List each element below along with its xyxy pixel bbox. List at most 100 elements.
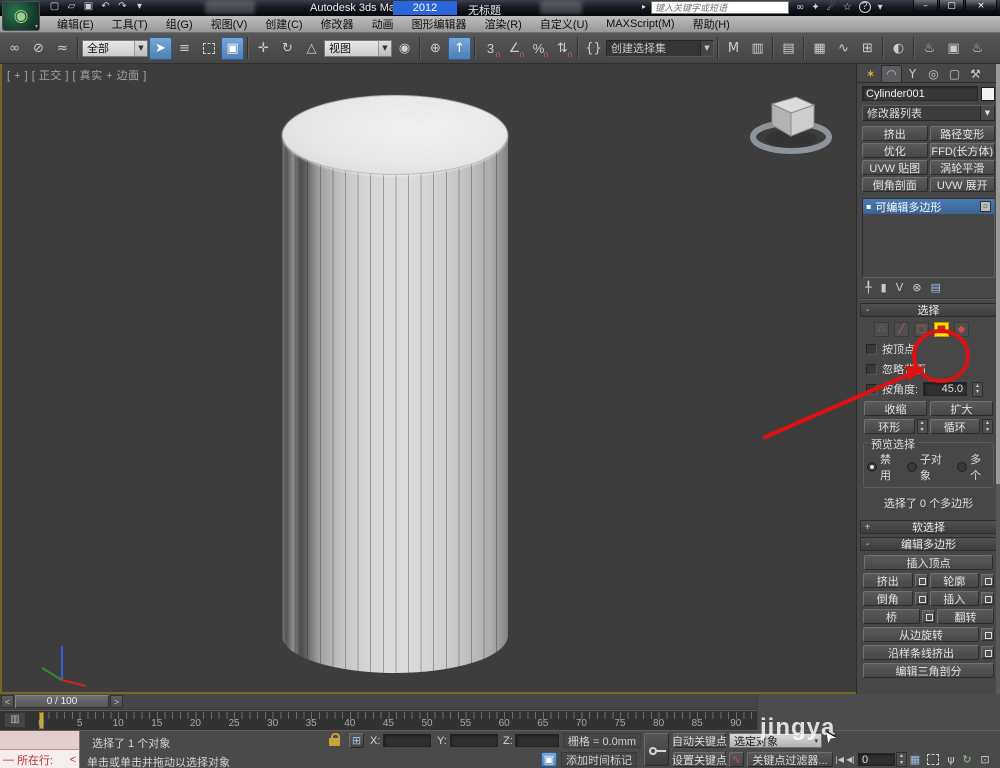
radio[interactable] — [907, 462, 917, 472]
previous-frame-icon[interactable]: ◀| — [845, 752, 856, 767]
scrollbar-thumb[interactable] — [996, 64, 1000, 484]
listener-caret[interactable]: < — [70, 754, 76, 766]
menu-edit[interactable]: 编辑(E) — [48, 16, 103, 32]
graphite-modeling-icon[interactable]: ▦ — [808, 37, 831, 60]
stack-item-editable-poly[interactable]: ▪ 可编辑多边形 ▫ — [863, 199, 994, 214]
auto-key-button[interactable]: 自动关键点 — [673, 733, 726, 748]
selection-region-icon[interactable] — [197, 37, 220, 60]
close-button[interactable]: × — [965, 0, 997, 13]
cylinder-object-top-cap[interactable] — [282, 95, 508, 175]
redo-icon[interactable]: ↷ — [116, 1, 129, 12]
app-logo-button[interactable]: ◉ ▾ — [2, 1, 40, 31]
key-filters-button[interactable]: 关键点过滤器... — [747, 752, 833, 767]
reference-coordinate-dropdown[interactable]: 视图 ▼ — [324, 40, 392, 57]
render-production-icon[interactable]: ♨ — [966, 37, 989, 60]
absolute-mode-toggle[interactable]: ⊞ — [349, 733, 364, 748]
shrink-button[interactable]: 收缩 — [864, 401, 927, 416]
tab-display-icon[interactable]: ▢ — [944, 65, 965, 82]
time-slider-track[interactable]: < 0 / 100 > — [0, 694, 757, 710]
by-angle-checkbox[interactable] — [866, 384, 877, 395]
select-and-rotate-icon[interactable]: ↻ — [276, 37, 299, 60]
key-mode-toggle-icon[interactable]: ▦ — [908, 752, 922, 767]
modifier-stack[interactable]: ▪ 可编辑多边形 ▫ — [862, 198, 995, 278]
select-by-name-icon[interactable]: ≡ — [173, 37, 196, 60]
extrude-button[interactable]: 挤出 — [863, 573, 913, 588]
menu-maxscript[interactable]: MAXScript(M) — [597, 18, 683, 30]
spinner-down-icon[interactable]: ▾ — [918, 427, 927, 434]
radio[interactable] — [957, 462, 967, 472]
ffd-box-button[interactable]: FFD(长方体) — [930, 143, 996, 158]
select-object-button[interactable]: ➤ — [149, 37, 172, 60]
by-angle-spinner[interactable]: ▴ ▾ — [972, 382, 983, 397]
menu-group[interactable]: 组(G) — [157, 16, 202, 32]
set-key-target-dropdown[interactable]: 选定对象 ▾ — [729, 733, 822, 748]
cylinder-object-bottom[interactable] — [282, 598, 508, 673]
preview-disable-option[interactable]: 禁用 — [867, 451, 900, 483]
edit-triangulation-button[interactable]: 编辑三角剖分 — [863, 663, 994, 678]
select-and-manipulate-icon[interactable]: ⊕ — [424, 37, 447, 60]
maximize-viewport-toggle-icon[interactable]: ⊡ — [977, 752, 993, 767]
align-icon[interactable]: ▥ — [746, 37, 769, 60]
favorites-star-icon[interactable]: ☆ — [843, 2, 852, 13]
inset-button[interactable]: 插入 — [930, 591, 980, 606]
remove-modifier-icon[interactable]: ⊗ — [912, 281, 921, 294]
viewport-label[interactable]: [ + ] [ 正交 ] [ 真实 + 边面 ] — [7, 67, 147, 83]
window-crossing-toggle[interactable]: ▣ — [221, 37, 244, 60]
layer-manager-icon[interactable]: ▤ — [777, 37, 800, 60]
frame-spinner[interactable]: ▴ ▾ — [896, 752, 907, 767]
new-file-icon[interactable]: ▢ — [48, 1, 61, 12]
extrude-settings-button[interactable] — [915, 574, 928, 587]
border-subobject-icon[interactable]: □ — [914, 322, 929, 337]
menu-create[interactable]: 创建(C) — [256, 16, 311, 32]
menu-rendering[interactable]: 渲染(R) — [476, 16, 531, 32]
set-key-button[interactable]: 设置关键点 — [673, 752, 726, 767]
polygon-subobject-icon[interactable]: ■ — [934, 322, 949, 337]
set-keys-button[interactable] — [644, 733, 669, 766]
x-coordinate-field[interactable] — [383, 734, 431, 747]
object-color-swatch[interactable] — [981, 87, 995, 101]
edge-subobject-icon[interactable]: ╱ — [894, 322, 909, 337]
search-input[interactable] — [651, 1, 789, 14]
rollout-edit-polygons-header[interactable]: - 编辑多边形 — [860, 537, 997, 551]
bind-to-spacewarp-icon[interactable]: ≈ — [51, 37, 74, 60]
rollout-soft-selection-header[interactable]: + 软选择 — [860, 520, 997, 534]
zoom-region-icon[interactable] — [926, 752, 940, 767]
preview-subobj-option[interactable]: 子对象 — [907, 451, 950, 483]
material-editor-icon[interactable]: ◐ — [887, 37, 910, 60]
bridge-settings-button[interactable] — [922, 610, 935, 623]
track-bar-ruler[interactable]: ▥ 051015202530354045505560657075808590 — [0, 710, 757, 730]
use-pivot-center-icon[interactable]: ◉ — [393, 37, 416, 60]
keyboard-override-toggle[interactable]: ↑ — [448, 37, 471, 60]
hinge-from-edge-button[interactable]: 从边旋转 — [863, 627, 979, 642]
help-dropdown-icon[interactable]: ▾ — [878, 2, 883, 13]
z-coordinate-field[interactable] — [515, 734, 559, 747]
path-deform-button[interactable]: 路径变形 — [930, 126, 996, 141]
select-and-move-icon[interactable]: ✛ — [252, 37, 275, 60]
spinner-down-icon[interactable]: ▾ — [983, 427, 992, 434]
extrude-modifier-button[interactable]: 挤出 — [862, 126, 928, 141]
cylinder-object-body[interactable] — [282, 135, 508, 635]
element-subobject-icon[interactable]: ◆ — [954, 322, 969, 337]
tab-create-icon[interactable]: ✶ — [860, 65, 881, 82]
toolbar-overflow-icon[interactable]: ▾ — [133, 1, 146, 12]
unlink-selection-icon[interactable]: ⊘ — [27, 37, 50, 60]
configure-modifier-sets-icon[interactable]: ▤ — [930, 281, 940, 294]
menu-help[interactable]: 帮助(H) — [684, 16, 739, 32]
prev-frame-arrow[interactable]: < — [1, 695, 14, 708]
open-mini-curve-editor-icon[interactable]: ▥ — [4, 712, 26, 728]
by-angle-value-field[interactable]: 45.0 — [923, 382, 967, 396]
select-and-scale-icon[interactable]: △ — [300, 37, 323, 60]
visibility-toggle-icon[interactable]: ▫ — [980, 201, 991, 212]
tab-modify-icon[interactable]: ◠ — [881, 65, 902, 82]
tab-motion-icon[interactable]: ◎ — [923, 65, 944, 82]
inset-settings-button[interactable] — [981, 592, 994, 605]
loop-button[interactable]: 循环 — [930, 419, 981, 434]
new-key-settings-icon[interactable]: ∿ — [729, 752, 744, 767]
vertex-subobject-icon[interactable]: ∴ — [874, 322, 889, 337]
rollout-selection-header[interactable]: - 选择 — [860, 303, 997, 317]
extrude-along-spline-button[interactable]: 沿样条线挤出 — [863, 645, 979, 660]
select-and-link-icon[interactable]: ∞ — [3, 37, 26, 60]
selection-filter-dropdown[interactable]: 全部 ▼ — [82, 40, 148, 57]
selection-lock-icon[interactable] — [329, 738, 340, 746]
add-time-tag[interactable]: 添加时间标记 — [561, 752, 637, 767]
